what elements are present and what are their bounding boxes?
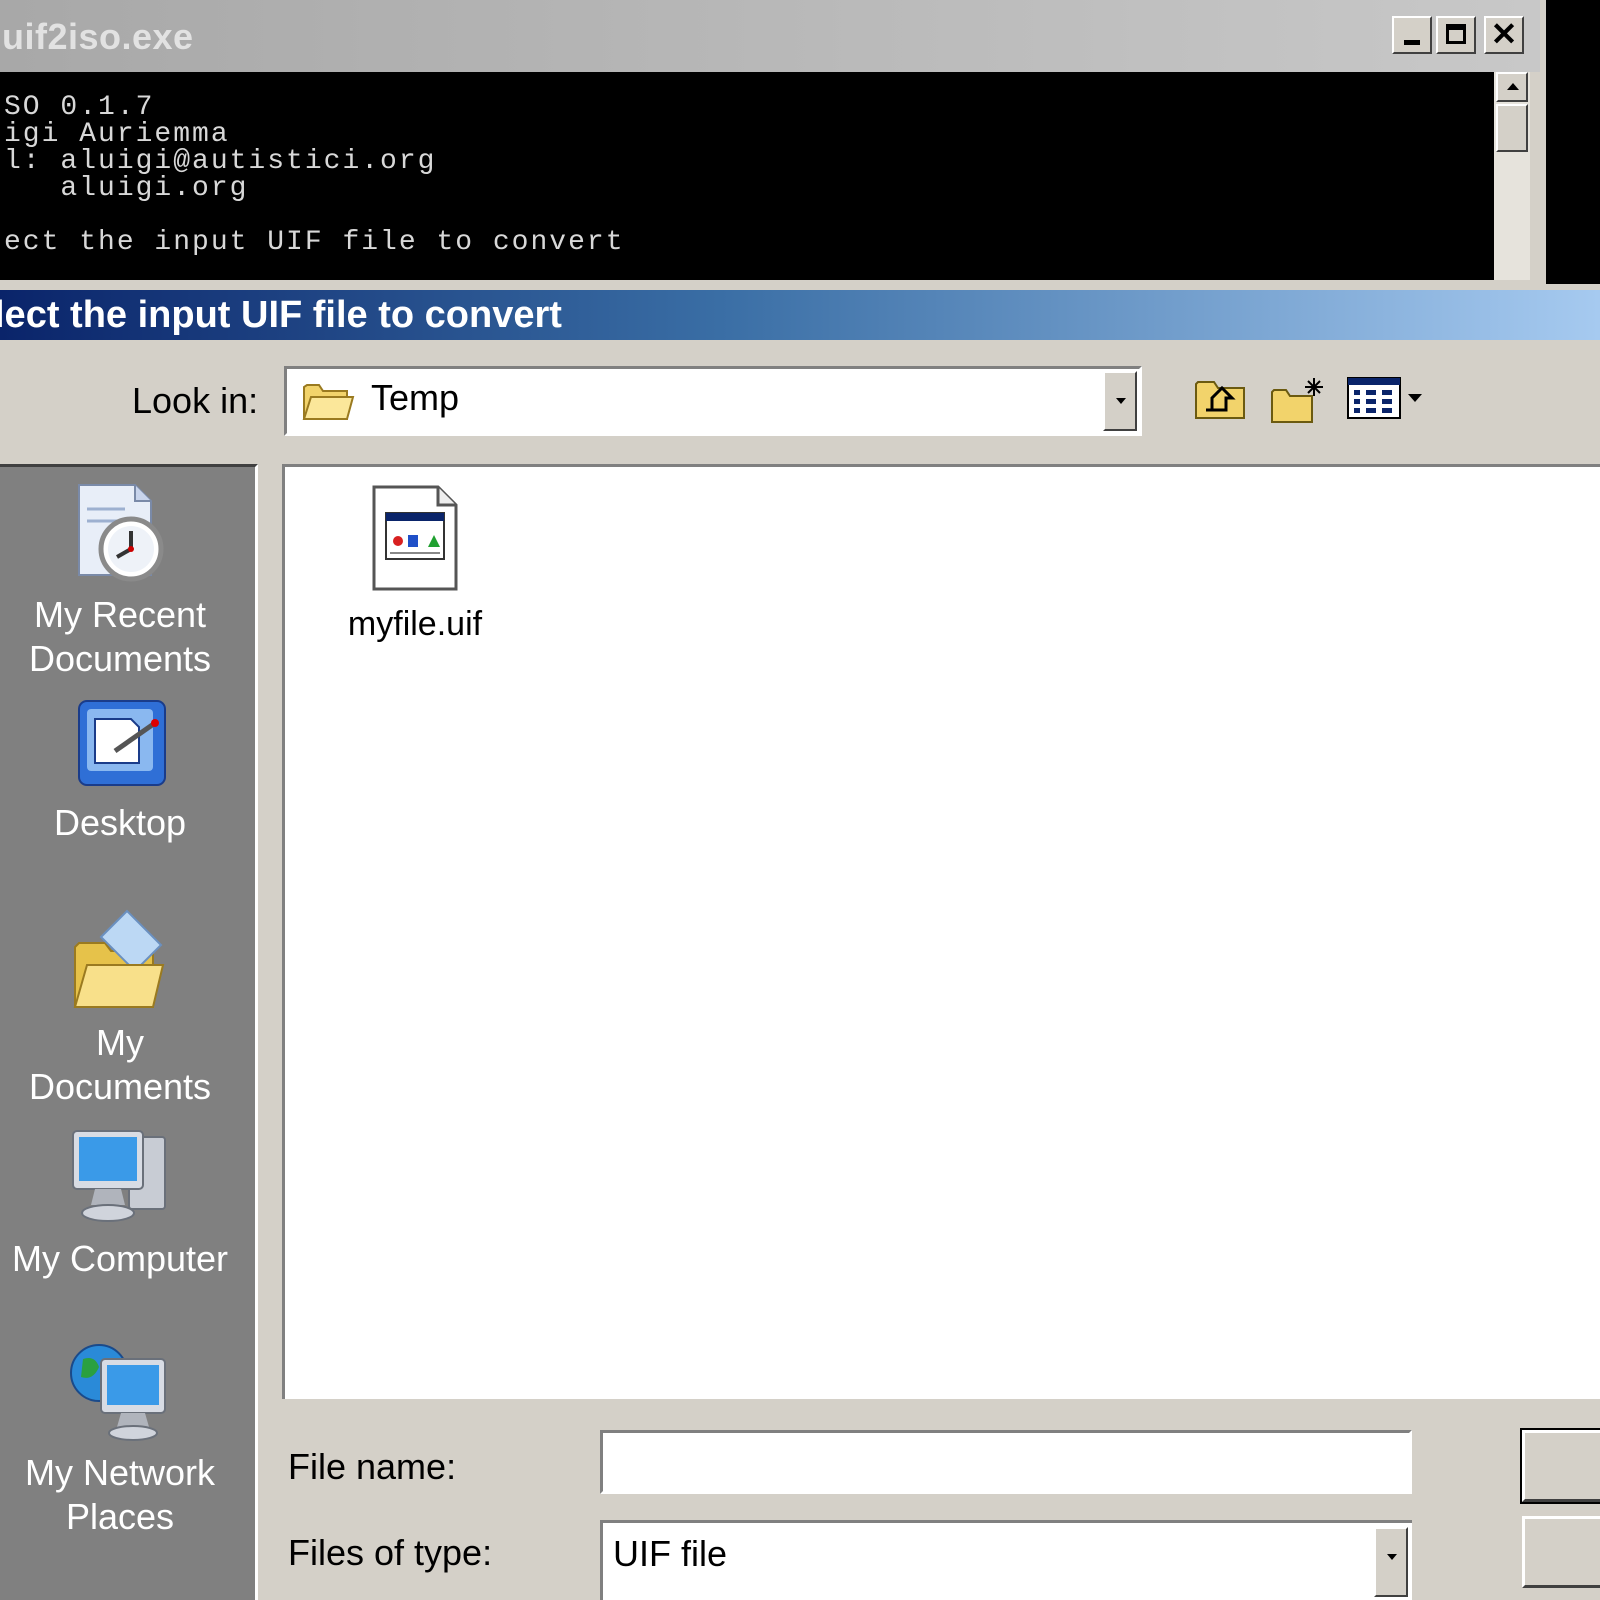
files-of-type-label: Files of type: <box>288 1532 493 1573</box>
place-label: My Documents <box>28 1022 212 1107</box>
my-documents-icon <box>73 909 165 1008</box>
file-list[interactable]: myfile.uif <box>282 464 1600 1399</box>
create-new-folder-icon <box>1271 378 1323 423</box>
place-my-network-places[interactable]: My Network Places <box>0 1337 240 1539</box>
console-line: l: aluigi@autistici.org <box>4 146 437 177</box>
look-in-label: Look in: <box>132 380 259 421</box>
dialog-title: lect the input UIF file to convert <box>0 294 562 336</box>
cancel-button[interactable] <box>1522 1516 1600 1588</box>
my-network-places-icon <box>70 1344 166 1441</box>
look-in-dropdown-arrow[interactable] <box>1103 371 1137 431</box>
console-line: aluigi.org <box>4 173 249 204</box>
window-edge <box>1540 0 1600 290</box>
place-label: My Recent <box>33 594 207 635</box>
view-menu-icon <box>1347 377 1422 419</box>
console-title: uif2iso.exe <box>2 16 194 57</box>
file-name-label: File name: <box>288 1446 457 1487</box>
files-of-type-value: UIF file <box>613 1533 728 1574</box>
place-desktop[interactable]: Desktop <box>0 693 240 845</box>
file-name-label: myfile.uif <box>347 605 483 643</box>
place-my-documents[interactable]: My Documents <box>0 907 240 1109</box>
scroll-up-button[interactable] <box>1496 72 1528 102</box>
create-new-folder-button[interactable] <box>1268 374 1328 426</box>
dialog-titlebar[interactable]: lect the input UIF file to convert <box>0 290 1600 340</box>
files-of-type-dropdown[interactable]: UIF file <box>600 1520 1412 1600</box>
place-label: Documents <box>28 638 212 679</box>
place-my-computer[interactable]: My Computer <box>0 1123 240 1281</box>
place-my-recent-documents[interactable]: My Recent Documents <box>0 479 240 681</box>
close-button[interactable]: ✕ <box>1484 16 1524 54</box>
look-in-dropdown[interactable]: Temp <box>284 366 1142 436</box>
place-label: My Network <box>24 1452 216 1493</box>
file-name-input[interactable] <box>600 1430 1412 1494</box>
open-file-dialog: lect the input UIF file to convert Look … <box>0 284 1600 1600</box>
close-icon: ✕ <box>1490 16 1518 52</box>
console-scrollbar[interactable] <box>1494 72 1530 280</box>
maximize-icon <box>1446 24 1466 44</box>
recent-documents-icon <box>78 484 164 582</box>
place-label: My Computer <box>11 1238 229 1279</box>
scroll-thumb[interactable] <box>1496 104 1528 152</box>
uif-file-icon <box>372 485 458 591</box>
open-button[interactable] <box>1520 1428 1600 1504</box>
minimize-icon <box>1404 40 1420 45</box>
minimize-button[interactable] <box>1392 16 1432 54</box>
file-item[interactable]: myfile.uif <box>335 485 495 644</box>
console-window: uif2iso.exe ✕ SO 0.1.7 igi Auriemma l: a… <box>0 0 1600 290</box>
console-line: ect the input UIF file to convert <box>4 227 625 258</box>
up-one-level-icon <box>1195 381 1245 419</box>
console-titlebar[interactable]: uif2iso.exe ✕ <box>0 0 1540 72</box>
place-label: Places <box>65 1496 175 1537</box>
my-computer-icon <box>72 1130 166 1222</box>
console-line: SO 0.1.7 <box>4 92 155 123</box>
view-menu-button[interactable] <box>1346 374 1428 426</box>
look-in-value: Temp <box>371 377 460 418</box>
folder-icon <box>302 384 355 420</box>
place-label: Desktop <box>53 802 187 843</box>
console-line: igi Auriemma <box>4 119 230 150</box>
maximize-button[interactable] <box>1436 16 1476 54</box>
places-bar: My Recent Documents Desktop My Documents <box>0 464 258 1600</box>
files-of-type-dropdown-arrow[interactable] <box>1374 1527 1408 1597</box>
up-one-level-button[interactable] <box>1192 374 1248 426</box>
desktop-icon <box>78 700 166 786</box>
console-output: SO 0.1.7 igi Auriemma l: aluigi@autistic… <box>0 72 1494 280</box>
